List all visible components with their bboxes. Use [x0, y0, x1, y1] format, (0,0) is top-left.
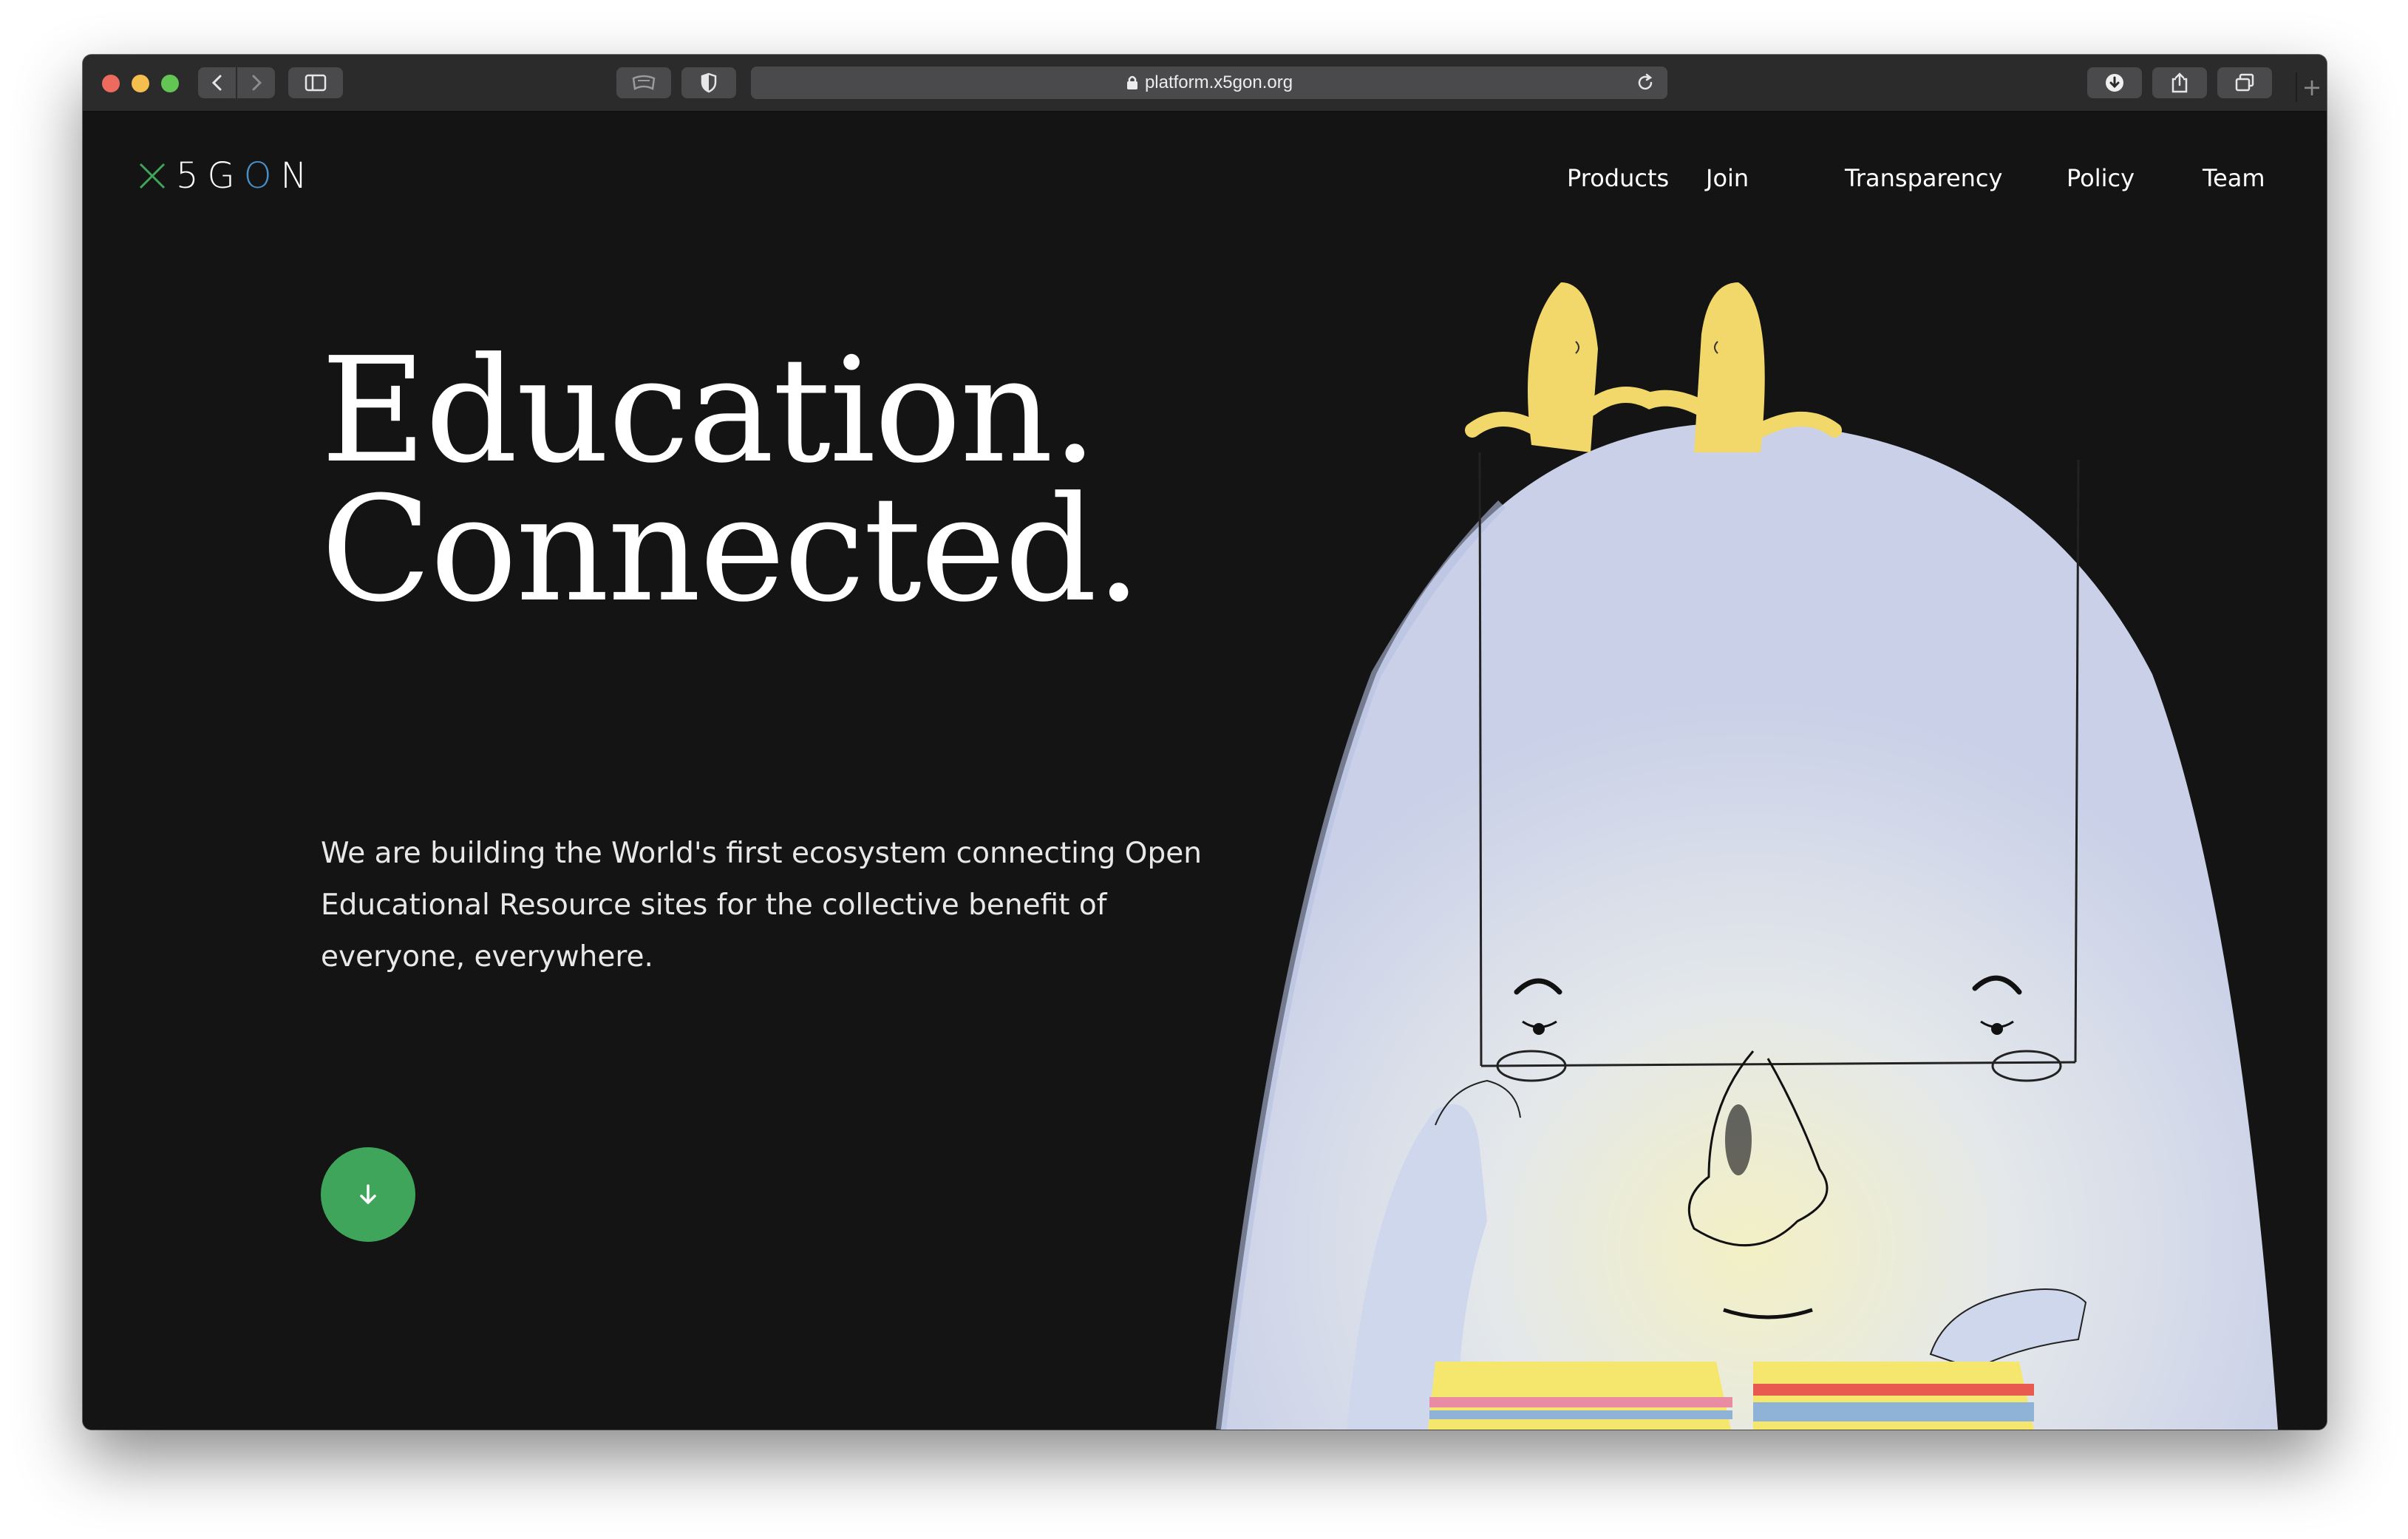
main-nav: Products Join Transparency Policy Team — [83, 164, 2327, 208]
scroll-down-button[interactable] — [321, 1147, 415, 1242]
reader-icon — [632, 75, 656, 90]
url-text: platform.x5gon.org — [1144, 72, 1293, 92]
tabs-overview-button[interactable] — [2217, 67, 2272, 98]
lock-icon — [1126, 75, 1139, 91]
nav-transparency[interactable]: Transparency — [1845, 164, 2002, 192]
share-button[interactable] — [2152, 67, 2207, 98]
sidebar-icon — [305, 74, 327, 92]
nav-products[interactable]: Products — [1567, 164, 1669, 192]
hero-title-line-1: Education. — [321, 327, 1098, 495]
reader-button[interactable] — [616, 67, 671, 98]
browser-window: platform.x5gon.org + 5 G O N Products Jo… — [83, 55, 2327, 1430]
reload-icon — [1638, 73, 1653, 90]
share-icon — [2171, 72, 2188, 93]
tabs-icon — [2235, 73, 2254, 92]
web-page: 5 G O N Products Join Transparency Polic… — [83, 112, 2327, 1430]
zoom-window-button[interactable] — [161, 75, 179, 92]
new-tab-button[interactable]: + — [2296, 72, 2327, 102]
address-bar[interactable]: platform.x5gon.org — [751, 67, 1667, 99]
nav-team[interactable]: Team — [2203, 164, 2265, 192]
history-nav — [198, 67, 275, 98]
arrow-down-icon — [360, 1184, 376, 1204]
chevron-right-icon — [252, 75, 262, 91]
downloads-button[interactable] — [2087, 67, 2142, 98]
browser-toolbar: platform.x5gon.org + — [83, 55, 2327, 112]
sidebar-button[interactable] — [288, 67, 343, 98]
privacy-button[interactable] — [681, 67, 736, 98]
hero-title-line-2: Connected. — [321, 466, 1142, 634]
download-icon — [2106, 74, 2123, 92]
chevron-left-icon — [211, 75, 221, 91]
forward-button[interactable] — [236, 67, 275, 98]
hero-illustration — [1216, 282, 2278, 1430]
minimize-window-button[interactable] — [132, 75, 149, 92]
nav-policy[interactable]: Policy — [2067, 164, 2135, 192]
shield-icon — [701, 72, 717, 93]
reload-button[interactable] — [1635, 72, 1656, 93]
back-button[interactable] — [198, 67, 236, 98]
hero-title: Education. Connected. — [321, 327, 1142, 634]
hero-description: We are building the World's first ecosys… — [321, 837, 1202, 974]
close-window-button[interactable] — [102, 75, 120, 92]
nav-join[interactable]: Join — [1706, 164, 1749, 192]
